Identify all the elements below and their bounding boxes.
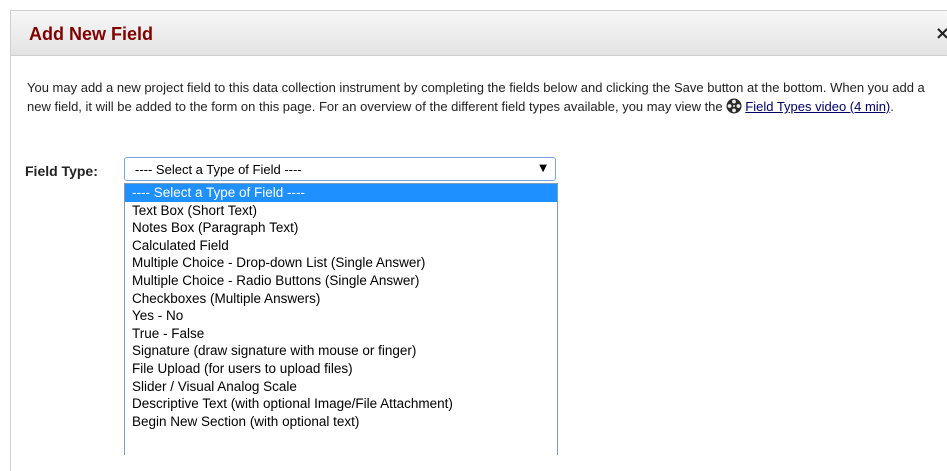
field-type-option[interactable]: Descriptive Text (with optional Image/Fi… bbox=[125, 395, 557, 413]
field-type-label: Field Type: bbox=[25, 163, 98, 179]
field-type-option[interactable]: Calculated Field bbox=[125, 237, 557, 255]
dialog-titlebar: Add New Field × bbox=[11, 11, 947, 56]
field-type-option[interactable]: Multiple Choice - Radio Buttons (Single … bbox=[125, 272, 557, 290]
field-type-option[interactable]: Yes - No bbox=[125, 307, 557, 325]
field-type-selected-value: ---- Select a Type of Field ---- bbox=[135, 162, 302, 177]
dialog-title: Add New Field bbox=[29, 24, 154, 44]
field-type-option[interactable]: Multiple Choice - Drop-down List (Single… bbox=[125, 254, 557, 272]
field-type-option[interactable]: Begin New Section (with optional text) bbox=[125, 413, 557, 431]
field-type-option[interactable]: File Upload (for users to upload files) bbox=[125, 360, 557, 378]
field-type-option[interactable]: Text Box (Short Text) bbox=[125, 202, 557, 220]
intro-paragraph: You may add a new project field to this … bbox=[27, 78, 927, 116]
field-type-option[interactable]: ---- Select a Type of Field ---- bbox=[125, 184, 557, 202]
film-reel-icon bbox=[726, 98, 742, 114]
field-type-option[interactable]: Notes Box (Paragraph Text) bbox=[125, 219, 557, 237]
field-type-select[interactable]: ---- Select a Type of Field ---- ▼ bbox=[124, 157, 556, 181]
dropdown-arrow-icon: ▼ bbox=[539, 163, 547, 174]
field-type-option[interactable]: Slider / Visual Analog Scale bbox=[125, 378, 557, 396]
add-field-dialog: Add New Field × You may add a new projec… bbox=[10, 10, 947, 471]
field-type-option[interactable]: Checkboxes (Multiple Answers) bbox=[125, 290, 557, 308]
close-icon[interactable]: × bbox=[935, 23, 947, 44]
field-type-option[interactable]: True - False bbox=[125, 325, 557, 343]
field-type-dropdown-list: ---- Select a Type of Field ---- Text Bo… bbox=[124, 183, 558, 455]
intro-period: . bbox=[890, 99, 894, 114]
field-type-option[interactable]: Signature (draw signature with mouse or … bbox=[125, 342, 557, 360]
field-types-video-link[interactable]: Field Types video (4 min) bbox=[745, 99, 890, 114]
